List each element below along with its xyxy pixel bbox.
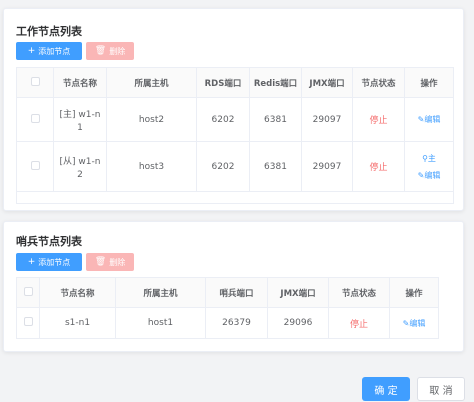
delete-work-node-button[interactable]: 🗑 删除 [86,42,134,60]
jmx-port-cell: 29097 [301,97,353,142]
trash-icon: 🗑 [94,45,107,56]
delete-sentinel-node-label: 删除 [109,257,126,267]
edit-label: 编辑 [424,115,441,124]
work-nodes-card: 工作节点列表 + 添加节点 🗑 删除 节点名称 所属主机 RDS端口 Redis… [3,8,464,211]
table-row: s1-n1 host1 26379 29096 停止 ✎编辑 [16,307,439,339]
work-nodes-table: 节点名称 所属主机 RDS端口 Redis端口 JMX端口 节点状态 操作 [主… [16,67,454,204]
plus-icon: + [27,256,36,267]
work-nodes-header-row: 节点名称 所属主机 RDS端口 Redis端口 JMX端口 节点状态 操作 [16,67,454,98]
select-all-checkbox[interactable] [23,286,33,296]
status-cell: 停止 [352,141,405,192]
header-jmx-port: JMX端口 [267,277,329,308]
node-name-cell: [从] w1-n 2 [53,141,107,192]
node-name-line1: [主] w1-n [59,109,101,120]
sentinel-port-cell: 26379 [205,307,268,339]
header-sentinel-port: 哨兵端口 [205,277,268,308]
add-work-node-button[interactable]: + 添加节点 [16,42,82,60]
delete-sentinel-node-button[interactable]: 🗑 删除 [86,253,134,271]
row-checkbox[interactable] [30,113,40,123]
node-name-line1: [从] w1-n [59,156,101,167]
jmx-port-cell: 29097 [301,141,353,192]
header-actions: 操作 [404,67,454,98]
plus-icon: + [27,45,36,56]
header-actions: 操作 [389,277,439,308]
header-rds-port: RDS端口 [196,67,250,98]
sentinel-header-row: 节点名称 所属主机 哨兵端口 JMX端口 节点状态 操作 [16,277,439,308]
sentinel-nodes-card: 哨兵节点列表 + 添加节点 🗑 删除 节点名称 所属主机 哨兵端口 JMX端口 … [3,221,464,352]
confirm-button[interactable]: 确 定 [362,377,410,401]
work-nodes-title: 工作节点列表 [16,25,82,38]
node-name-line2: 2 [77,169,83,180]
header-host: 所属主机 [115,277,206,308]
edit-link[interactable]: ✎编辑 [405,170,453,181]
add-sentinel-node-button[interactable]: + 添加节点 [16,253,82,271]
node-name-line2: 1 [77,122,83,133]
rds-port-cell: 6202 [196,97,250,142]
edit-label: 编辑 [409,318,426,328]
jmx-port-cell: 29096 [267,307,329,339]
set-master-label: 主 [427,153,436,163]
header-jmx-port: JMX端口 [301,67,353,98]
node-name-cell: s1-n1 [39,307,116,339]
trash-icon: 🗑 [94,256,107,267]
header-status: 节点状态 [352,67,405,98]
edit-link[interactable]: ✎编辑 [390,318,438,329]
sentinel-nodes-table: 节点名称 所属主机 哨兵端口 JMX端口 节点状态 操作 s1-n1 host1… [16,277,439,339]
table-row: [主] w1-n 1 host2 6202 6381 29097 停止 ✎编辑 [16,97,454,142]
actions-cell: ✎编辑 [404,97,454,142]
edit-label: 编辑 [424,170,441,180]
set-master-link[interactable]: ⚲主 [405,153,453,164]
redis-port-cell: 6381 [249,141,302,192]
cancel-button[interactable]: 取 消 [417,377,465,401]
node-name-cell: [主] w1-n 1 [53,97,107,142]
host-cell: host2 [106,97,197,142]
status-cell: 停止 [328,307,390,339]
header-redis-port: Redis端口 [249,67,302,98]
host-cell: host1 [115,307,206,339]
header-node-name: 节点名称 [39,277,116,308]
add-work-node-label: 添加节点 [38,46,71,56]
add-sentinel-node-label: 添加节点 [38,257,71,267]
table-row: [从] w1-n 2 host3 6202 6381 29097 停止 ⚲主 ✎… [16,141,454,192]
status-cell: 停止 [352,97,405,142]
header-node-name: 节点名称 [53,67,107,98]
select-all-header[interactable] [16,277,40,308]
redis-port-cell: 6381 [249,97,302,142]
actions-cell: ⚲主 ✎编辑 [404,141,454,192]
header-host: 所属主机 [106,67,197,98]
sentinel-nodes-title: 哨兵节点列表 [16,235,82,248]
select-all-header[interactable] [16,67,54,98]
header-status: 节点状态 [328,277,390,308]
row-checkbox[interactable] [23,317,33,326]
rds-port-cell: 6202 [196,141,250,192]
edit-link[interactable]: ✎编辑 [405,114,453,125]
actions-cell: ✎编辑 [389,307,439,339]
delete-work-node-label: 删除 [109,46,126,56]
select-all-checkbox[interactable] [30,76,40,86]
row-checkbox[interactable] [30,160,40,170]
host-cell: host3 [106,141,197,192]
table-footer-row [16,191,454,204]
